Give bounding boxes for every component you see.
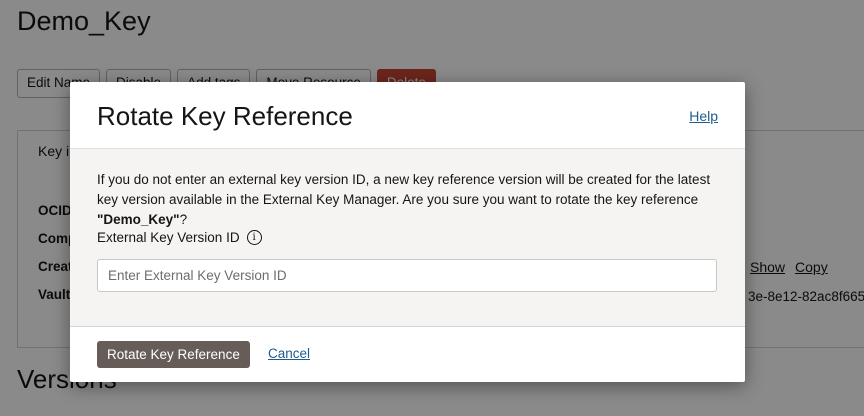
rotate-key-reference-dialog: Rotate Key Reference Help If you do not …: [70, 82, 745, 382]
dialog-title: Rotate Key Reference: [97, 101, 353, 131]
message-text: If you do not enter an external key vers…: [97, 172, 711, 207]
rotate-key-reference-button[interactable]: Rotate Key Reference: [97, 341, 250, 368]
external-key-version-input[interactable]: Enter External Key Version ID: [97, 259, 717, 292]
dialog-header: Rotate Key Reference Help: [70, 82, 745, 149]
message-end: ?: [179, 212, 188, 227]
key-name: "Demo_Key": [97, 212, 180, 227]
cancel-link[interactable]: Cancel: [268, 346, 310, 361]
dialog-body: If you do not enter an external key vers…: [70, 149, 745, 327]
field-label-text: External Key Version ID: [97, 230, 240, 245]
confirmation-message: If you do not enter an external key vers…: [97, 170, 717, 230]
dialog-footer: Rotate Key Reference Cancel: [70, 326, 745, 382]
help-link[interactable]: Help: [689, 108, 718, 124]
external-key-version-label: External Key Version ID i: [97, 230, 262, 245]
info-icon[interactable]: i: [246, 230, 262, 245]
